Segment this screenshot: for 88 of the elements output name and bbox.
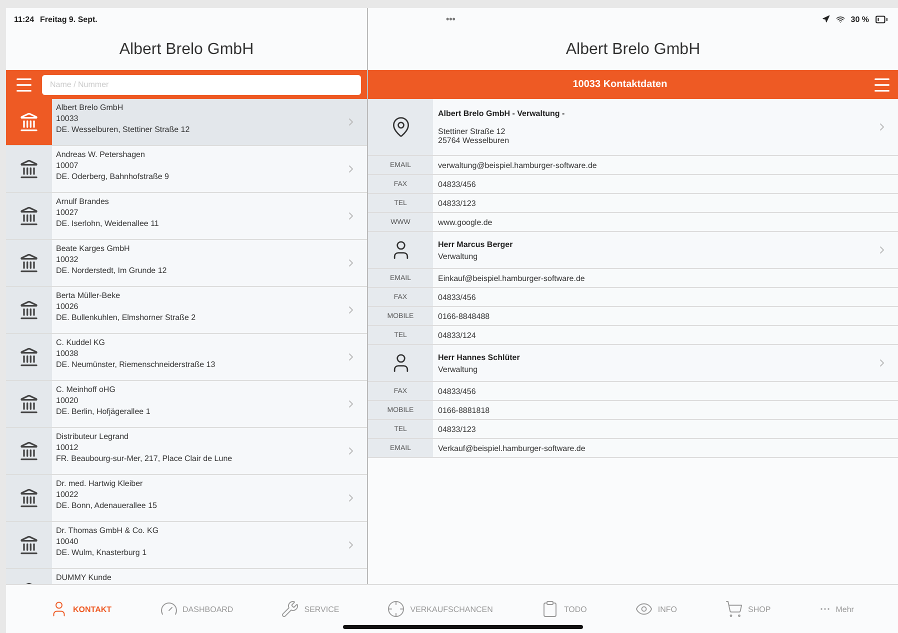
detail-value: 04833/456 [437,386,477,398]
battery-icon [875,12,888,26]
contact-list-item[interactable]: C. Meinhoff oHG 10020 DE. Berlin, Hofjägerallee 1 [6,381,367,428]
bank-building-icon [19,159,39,179]
contact-name: Beate Karges GmbH [56,244,131,253]
detail-value: Einkauf@beispiel.hamburger-software.de [437,272,586,285]
contact-list-item[interactable]: Berta Müller-Beke 10026 DE. Bullenkuhlen, Elmshorner Straße 2 [6,287,367,334]
contact-address: DE. Bonn, Adenauerallee 15 [56,501,158,510]
contact-address: DE. Bullenkuhlen, Elmshorner Straße 2 [56,313,197,322]
detail-value: 04833/456 [437,178,477,190]
contact-name: Dr. Thomas GmbH & Co. KG [56,526,160,535]
bank-building-icon [19,300,39,320]
section-line: Verwaltung [438,252,479,260]
section-title: Herr Marcus Berger [438,240,514,248]
section-title: Albert Brelo GmbH - Verwaltung - [438,109,566,118]
contact-name: Dr. med. Hartwig Kleiber [56,479,144,488]
pane-title: Albert Brelo GmbH [566,41,700,59]
contact-number: 10033 [56,114,80,123]
contact-number: 10020 [56,396,80,405]
contact-number: 10007 [56,161,80,170]
contact-address: DE. Iserlohn, Weidenallee 11 [56,219,160,228]
contact-section[interactable]: Albert Brelo GmbH - Verwaltung - Stettiner Straße 12 25764 Wesselburen [368,99,898,156]
contact-list-item[interactable]: Dr. med. Hartwig Kleiber 10022 DE. Bonn, Adenauerallee 15 [6,475,367,522]
contact-name: Arnulf Brandes [56,197,110,206]
contact-list-item[interactable]: DUMMY Kunde [6,569,367,584]
bank-building-icon [19,347,39,367]
section-title: Herr Hannes Schlüter [438,352,521,362]
clipboard-icon [540,600,559,618]
status-time: 11:24 [14,14,34,24]
contact-number: 10040 [56,537,80,546]
contact-section[interactable]: Herr Marcus Berger Verwaltung [368,232,898,269]
bank-building-icon [19,394,39,414]
contact-name: Distributeur Legrand [56,432,130,441]
detail-value: 04833/123 [437,198,477,210]
header-title: 10033 Kontaktdaten [572,79,668,90]
cart-icon [725,600,744,618]
bank-building-icon [19,441,39,461]
contact-number: 10038 [56,349,80,358]
contact-address: FR. Beaubourg-sur-Mer, 217, Place Clair de Lune [56,454,234,463]
contact-list-item[interactable]: Andreas W. Petershagen 10007 DE. Oderberg, Bahnhofstraße 9 [6,146,367,193]
detail-value: 0166-8881818 [437,404,491,416]
contact-address: DE. Wesselburen, Stettiner Straße 12 [56,125,191,134]
crosshair-icon [387,600,406,618]
contact-name: Berta Müller-Beke [56,291,122,300]
status-date: Freitag 9. Sept. [40,14,98,24]
contact-number: 10022 [56,490,80,499]
contact-number: 10032 [56,255,80,264]
section-line: Verwaltung [438,364,479,374]
battery-percent: 30 % [850,14,869,24]
detail-value: verwaltung@beispiel.hamburger-software.de [437,160,598,172]
location-arrow-icon [822,15,830,23]
contact-number: 10012 [56,443,80,452]
detail-value: Verkauf@beispiel.hamburger-software.de [437,442,586,455]
contact-list-item[interactable]: C. Kuddel KG 10038 DE. Neumünster, Riemenschneiderstraße 13 [6,334,367,381]
contact-name: Albert Brelo GmbH [56,103,124,112]
contact-list-item[interactable]: Albert Brelo GmbH 10033 DE. Wesselburen, Stettiner Straße 12 [6,99,367,146]
bank-building-icon [19,206,39,226]
wrench-icon [281,600,300,618]
pane-title: Albert Brelo GmbH [119,41,254,59]
detail-value: 04833/124 [437,330,477,342]
contact-name: Andreas W. Petershagen [56,150,146,159]
contact-name: C. Meinhoff oHG [56,385,116,394]
bank-building-icon [19,535,39,555]
bank-building-icon [19,112,39,132]
contact-section[interactable]: Herr Hannes Schlüter Verwaltung [368,345,898,382]
contact-address: DE. Oderberg, Bahnhofstraße 9 [56,172,170,181]
contact-address: DE. Norderstedt, Im Grunde 12 [56,266,168,275]
detail-value: 0166-8848488 [437,310,491,322]
contact-address: DE. Wulm, Knasterburg 1 [56,548,148,557]
wifi-icon [836,14,845,24]
detail-value: 04833/123 [437,424,477,436]
multitask-dots[interactable]: ••• [446,14,456,24]
contact-address: DE. Berlin, Hofjägerallee 1 [56,407,152,416]
detail-value: 04833/456 [437,292,477,304]
contact-list-item[interactable]: Dr. Thomas GmbH & Co. KG 10040 DE. Wulm, Knasterburg 1 [6,522,367,569]
section-line: 25764 Wesselburen [438,136,510,145]
contact-name: DUMMY Kunde [56,573,112,582]
section-line: Stettiner Straße 12 [438,127,506,136]
contact-list-item[interactable]: Beate Karges GmbH 10032 DE. Norderstedt, Im Grunde 12 [6,240,367,287]
contact-number: 10027 [56,208,80,217]
bank-building-icon [19,488,39,508]
detail-value: www.google.de [437,216,494,229]
contact-list-item[interactable]: Arnulf Brandes 10027 DE. Iserlohn, Weidenallee 11 [6,193,367,240]
contact-name: C. Kuddel KG [56,338,106,347]
contact-number: 10026 [56,302,80,311]
contact-address: DE. Neumünster, Riemenschneiderstraße 13 [56,360,216,369]
contact-list-item[interactable]: Distributeur Legrand 10012 FR. Beaubourg-sur-Mer, 217, Place Clair de Lune [6,428,367,475]
bank-building-icon [19,253,39,273]
